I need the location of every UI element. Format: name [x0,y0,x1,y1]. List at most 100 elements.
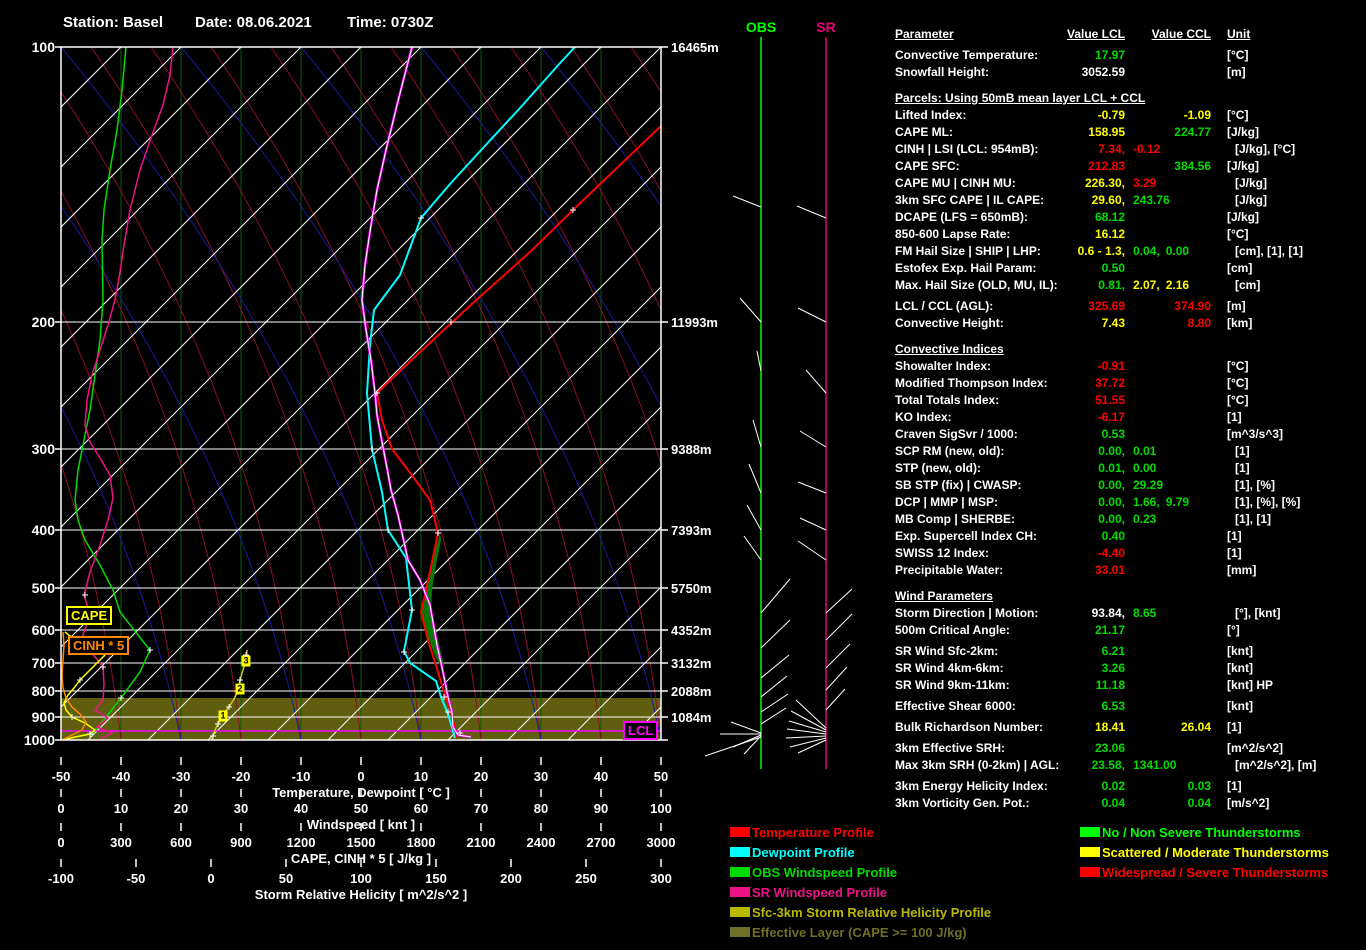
legend-label: SR Windspeed Profile [752,885,887,900]
cape-area-fill [421,533,444,671]
unit-label: [°C] [1227,227,1249,241]
obs-wind-barb [746,504,762,531]
param-label: SCP RM (new, old): [895,444,1005,458]
wind-axis-label: 70 [473,801,489,816]
value-part: 68.12 [1094,210,1125,224]
table-row: CAPE MU | CINH MU: 226.30, 3.29 [J/kg] [895,175,1361,192]
unit-label: [J/kg] [1235,176,1268,190]
srh-axis-label: 50 [278,871,294,886]
cape-label-box: CAPE [66,606,113,625]
sr-wind-barb [825,613,853,641]
param-label: STP (new, old): [895,461,981,475]
value-ccl: 243.76 [1125,192,1219,209]
param-label: Storm Direction | Motion: [895,606,1039,620]
legend-label: Scattered / Moderate Thunderstorms [1102,845,1329,860]
value-part: 2.16 [1165,278,1190,292]
value-part: 0.03 [1187,779,1211,793]
param-label: Max 3km SRH (0-2km) | AGL: [895,758,1060,772]
value-part: 51.55 [1094,393,1125,407]
value-part: 37.72 [1094,376,1125,390]
unit-label: [knt] [1227,644,1253,658]
sr-wind-barb [825,643,851,669]
unit-label: [1] [1227,779,1242,793]
value-part: 3052.59 [1081,65,1125,79]
value-part: 158.95 [1088,125,1125,139]
temp-axis-label: 50 [653,769,669,784]
value-lcl: 0.00, [1063,477,1125,494]
value-part: 29.60, [1091,193,1125,207]
value-ccl: 3.29 [1125,175,1219,192]
value-ccl: 8.65 [1125,605,1219,622]
unit-label: [1] [1235,461,1250,475]
value-ccl [1125,375,1211,392]
value-part: 17.97 [1094,48,1125,62]
altitude-label: 1084m [671,710,712,725]
value-lcl: 93.84, [1063,605,1125,622]
value-ccl: 26.04 [1125,719,1211,736]
obs-wind-barb [760,707,787,725]
wind-axis-label: 10 [113,801,129,816]
dewpoint-profile [365,47,576,739]
value-part: 26.04 [1180,720,1211,734]
value-ccl: 1.66, 9.79 [1125,494,1219,511]
value-part: 7.34, [1098,142,1125,156]
value-ccl: 374.90 [1125,298,1211,315]
column-header-parameter: Parameter [895,27,954,41]
value-lcl: 212.83 [1063,158,1125,175]
sr-wind-barb [799,430,827,448]
table-row: 3km Energy Helicity Index: 0.02 0.03 [1] [895,778,1361,795]
altitude-label: 16465m [671,40,719,55]
param-label: Max. Hail Size (OLD, MU, IL): [895,278,1058,292]
table-row: Exp. Supercell Index CH: 0.40 [1] [895,528,1361,545]
plus-marker [409,607,415,613]
value-lcl: 0.50 [1063,260,1125,277]
param-label: 3km Energy Helicity Index: [895,779,1048,793]
value-lcl: 3.26 [1063,660,1125,677]
param-label: CINH | LSI (LCL: 954mB): [895,142,1039,156]
table-row: SB STP (fix) | CWASP: 0.00, 29.29 [1], [%] [895,477,1361,494]
unit-label: [cm] [1235,278,1261,292]
table-row: SR Wind Sfc-2km: 6.21 [knt] [895,643,1361,660]
param-label: CAPE ML: [895,125,953,139]
value-part: 18.41 [1094,720,1125,734]
value-part: 3.26 [1101,661,1125,675]
srh-km-marker: 2 [235,683,245,695]
value-part: 2.07, [1133,278,1160,292]
sr-column-label: SR [816,19,836,35]
table-row: Storm Direction | Motion: 93.84, 8.65 [°], … [895,605,1361,622]
value-part: 374.90 [1174,299,1211,313]
table-row: Total Totals Index: 51.55 [°C] [895,392,1361,409]
value-lcl: 11.18 [1063,677,1125,694]
value-ccl [1125,545,1211,562]
cape-axis-title: CAPE, CINH * 5 [ J/kg ] [290,851,432,866]
table-row: Estofex Exp. Hail Param: 0.50 [cm] [895,260,1361,277]
param-label: SWISS 12 Index: [895,546,990,560]
wind-axis-label: 30 [233,801,249,816]
temp-axis-label: 0 [357,769,365,784]
unit-label: [°C] [1227,359,1249,373]
value-part: 23.06 [1094,741,1125,755]
srh-km-marker: 1 [218,710,228,722]
unit-label: [m] [1227,65,1246,79]
srh-axis-label: -100 [47,871,75,886]
value-ccl: 0.03 [1125,778,1211,795]
value-part: 243.76 [1133,193,1170,207]
table-section-title: Convective Indices [895,342,1004,356]
value-part: 1341.00 [1133,758,1177,772]
sr-wind-barb [785,735,827,739]
cape-axis-label: 300 [110,835,132,850]
table-row: Showalter Index: -0.91 [°C] [895,358,1361,375]
param-label: CAPE MU | CINH MU: [895,176,1016,190]
value-lcl: 0.6 - 1.3, [1063,243,1125,260]
value-part: 1.66, [1133,495,1160,509]
unit-label: [1] [1227,720,1242,734]
param-label: Convective Temperature: [895,48,1039,62]
value-part: 0.01, [1098,461,1125,475]
value-ccl: 2.07, 2.16 [1125,277,1219,294]
column-header-value-ccl: Value CCL [1151,27,1211,41]
unit-label: [knt] [1227,661,1253,675]
isotherm-line [147,226,661,740]
obs-wind-barb [752,419,762,448]
value-lcl: 17.97 [1063,47,1125,64]
value-ccl: -0.12 [1125,141,1219,158]
